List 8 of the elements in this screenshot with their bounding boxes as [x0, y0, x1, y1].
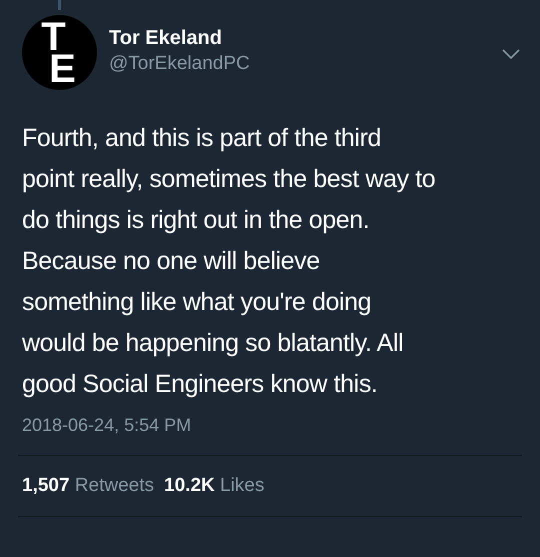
stat-link[interactable]: 10.2K Likes [164, 474, 264, 498]
author-handle[interactable]: @TorEkelandPC [109, 51, 502, 77]
avatar-logo[interactable]: T E [22, 15, 97, 90]
author-name[interactable]: Tor Ekeland [109, 25, 502, 51]
chevron-down-icon[interactable] [502, 49, 520, 59]
tweet-text: Fourth, and this is part of the third point really, sometimes the best way to do things is right out in the open. Because no one will believe something like what you're doing would be happening so blatantly. All good Social Engineers know this. [22, 123, 436, 400]
tweet-timestamp: 2018-06-24, 5:54 PM [22, 414, 192, 437]
stat-link[interactable]: 1,507 Retweets [22, 474, 154, 498]
